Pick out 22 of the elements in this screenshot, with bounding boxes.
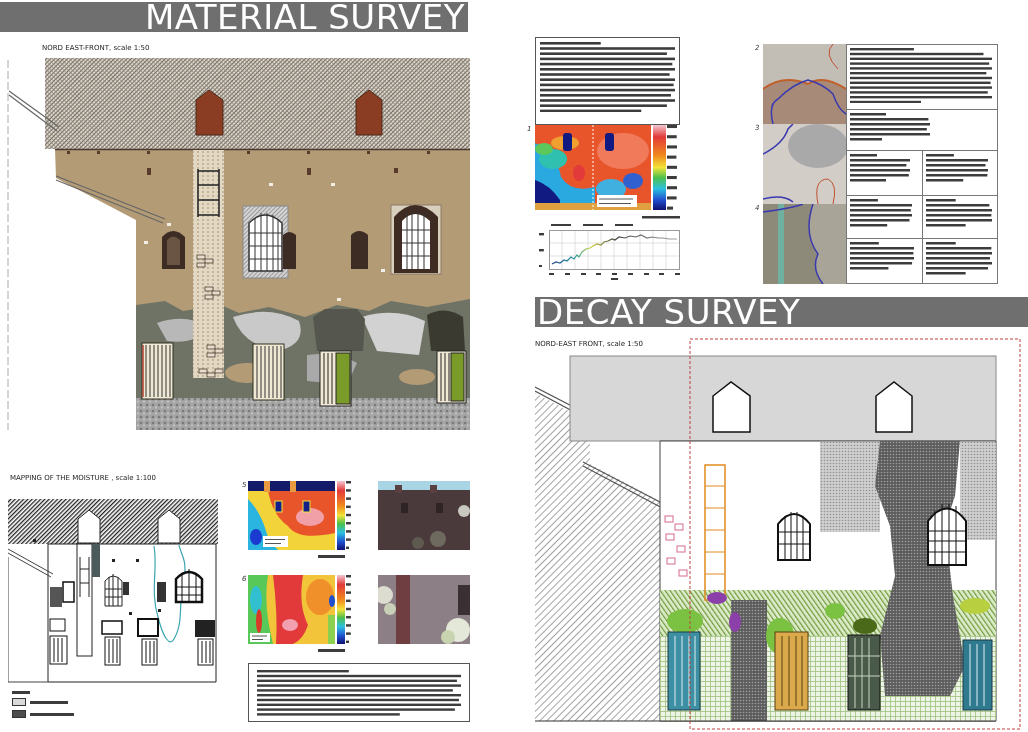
- color-scale-bar: [337, 575, 345, 644]
- blurred-text-drawing: [12, 691, 30, 694]
- blurred-text-drawing: [539, 232, 544, 268]
- blurred-text-drawing: [642, 216, 680, 219]
- blurred-text-drawing: [346, 575, 351, 644]
- blurred-text-drawing: [30, 712, 74, 716]
- blurred-text-drawing: [583, 223, 603, 226]
- blurred-text-drawing: [850, 199, 912, 227]
- blurred-text-drawing: [850, 242, 914, 270]
- blurred-text-drawing: [925, 154, 988, 182]
- color-scale-bar: [337, 481, 345, 550]
- blurred-text-drawing: [850, 154, 910, 182]
- section-title: DECAY SURVEY: [535, 297, 1028, 327]
- blurred-text-drawing: [551, 223, 571, 226]
- blurred-text-drawing: [925, 242, 992, 275]
- blurred-text-drawing: [318, 555, 345, 558]
- blurred-text-drawing: [346, 481, 351, 550]
- blurred-text-drawing: [925, 199, 992, 227]
- blurred-text-drawing: [615, 223, 633, 226]
- blurred-text-drawing: [30, 700, 68, 704]
- blurred-text-drawing: [318, 649, 345, 652]
- section-title: MATERIAL SURVEY: [0, 2, 468, 32]
